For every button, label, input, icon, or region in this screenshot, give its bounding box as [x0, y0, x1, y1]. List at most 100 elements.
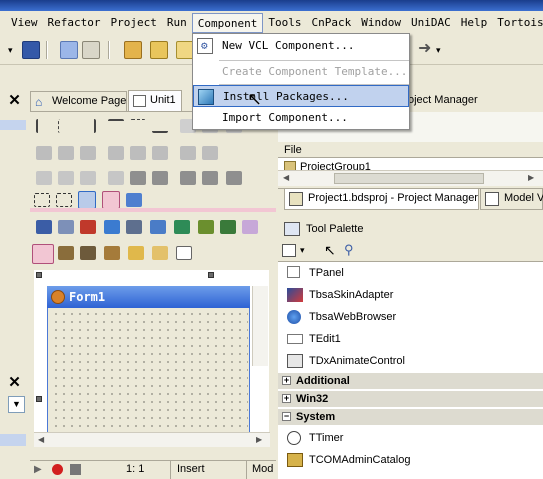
menu-unidac[interactable]: UniDAC	[406, 13, 456, 33]
selection-handle[interactable]	[36, 272, 42, 278]
category-additional[interactable]: + Additional	[278, 372, 543, 389]
form-caption[interactable]: Form1	[47, 286, 250, 308]
writer-component-icon[interactable]	[80, 246, 96, 260]
filter-icon[interactable]: ⚲	[344, 242, 354, 258]
tab-welcome-page[interactable]: ⌂ Welcome Page	[30, 91, 127, 111]
collapse-icon[interactable]: −	[282, 412, 291, 421]
align-top-icon[interactable]	[108, 119, 124, 133]
align-to-grid-icon[interactable]	[126, 193, 142, 207]
forward-arrow-icon[interactable]: ➜	[418, 41, 436, 59]
scroll-right-icon[interactable]: ▶	[528, 173, 534, 182]
dropdown-arrow-icon[interactable]: ▾	[8, 41, 18, 59]
menu-run[interactable]: Run	[162, 13, 192, 33]
stop-macro-icon[interactable]	[70, 464, 81, 475]
monitor-component-icon[interactable]	[152, 246, 168, 260]
menu-refactor[interactable]: Refactor	[43, 13, 106, 33]
table-component-icon[interactable]	[36, 220, 52, 234]
align-bottom-icon[interactable]	[152, 119, 168, 133]
tab-model-view[interactable]: Model Vi	[480, 189, 543, 210]
align-right-icon[interactable]	[80, 119, 96, 133]
record-macro-icon[interactable]	[52, 464, 63, 475]
scroll-left-icon[interactable]: ◀	[38, 435, 44, 444]
add-to-project-icon[interactable]	[124, 41, 142, 59]
spacing-icon[interactable]	[130, 171, 146, 185]
reader-component-icon[interactable]	[58, 246, 74, 260]
menu-item-create-component-template[interactable]: Create Component Template...	[193, 61, 409, 83]
spacing-icon[interactable]	[226, 171, 242, 185]
update-component-icon[interactable]	[198, 220, 214, 234]
category-win32[interactable]: + Win32	[278, 390, 543, 407]
align-center-icon[interactable]	[58, 119, 74, 133]
expand-icon[interactable]: +	[282, 376, 291, 385]
restore-component-icon[interactable]	[128, 246, 144, 260]
menu-tortoise[interactable]: TortoiseS	[492, 13, 543, 33]
tab-unit1[interactable]: Unit1	[128, 90, 182, 112]
alerter-component-icon[interactable]	[176, 246, 192, 260]
menu-tools[interactable]: Tools	[263, 13, 306, 33]
menu-item-install-packages[interactable]: Install Packages...	[193, 85, 409, 107]
datasource-component-icon[interactable]	[80, 220, 96, 234]
dataset-component-icon[interactable]	[104, 220, 120, 234]
distribute-icon[interactable]	[36, 146, 52, 160]
spacing-icon[interactable]	[80, 171, 96, 185]
horizontal-scrollbar[interactable]: ◀ ▶	[34, 432, 270, 447]
palette-item-tpanel[interactable]: TPanel	[278, 262, 543, 284]
vertical-scrollbar[interactable]	[252, 286, 268, 366]
query-component-icon[interactable]	[58, 220, 74, 234]
form-grid[interactable]	[52, 310, 248, 434]
chevron-down-icon[interactable]: ▾	[300, 245, 305, 256]
save-icon[interactable]	[22, 41, 40, 59]
selection-handle[interactable]	[36, 396, 42, 402]
scroll-left-icon[interactable]: ◀	[283, 173, 289, 182]
spacing-icon[interactable]	[180, 171, 196, 185]
palette-item-animate-control[interactable]: TDxAnimateControl	[278, 350, 543, 372]
align-middle-icon[interactable]	[130, 119, 146, 133]
dump-component-icon[interactable]	[104, 246, 120, 260]
scroll-thumb[interactable]	[334, 173, 484, 184]
palette-item-com-admin-catalog[interactable]: TCOMAdminCatalog	[278, 449, 543, 471]
lock-controls-icon[interactable]	[78, 191, 96, 209]
align-left-icon[interactable]	[36, 119, 52, 133]
distribute-icon[interactable]	[80, 146, 96, 160]
menu-item-new-vcl-component[interactable]: ⚙ New VCL Component...	[193, 35, 409, 57]
selection-handle[interactable]	[208, 272, 214, 278]
palette-item-skin-adapter[interactable]: TbsaSkinAdapter	[278, 284, 543, 306]
bring-to-front-icon[interactable]	[34, 193, 50, 207]
distribute-icon[interactable]	[58, 146, 74, 160]
pointer-tool-icon[interactable]	[32, 244, 54, 264]
dropdown-arrow-icon[interactable]: ▾	[436, 41, 446, 59]
menu-component[interactable]: Component	[191, 13, 264, 33]
palette-item-web-browser[interactable]: TbsaWebBrowser	[278, 306, 543, 328]
spacing-icon[interactable]	[152, 171, 168, 185]
menu-item-import-component[interactable]: Import Component...	[193, 107, 409, 129]
send-to-back-icon[interactable]	[56, 193, 72, 207]
menu-cnpack[interactable]: CnPack	[306, 13, 356, 33]
close-file-icon[interactable]	[82, 41, 100, 59]
script-component-icon[interactable]	[220, 220, 236, 234]
spacing-icon[interactable]	[108, 171, 124, 185]
palette-item-ttimer[interactable]: TTimer	[278, 427, 543, 449]
connection-component-icon[interactable]	[150, 220, 166, 234]
stored-proc-component-icon[interactable]	[174, 220, 190, 234]
left-panel-dropdown[interactable]: ▼	[8, 396, 25, 413]
loader-component-icon[interactable]	[242, 220, 258, 234]
menu-window[interactable]: Window	[356, 13, 406, 33]
distribute-icon[interactable]	[202, 146, 218, 160]
category-system[interactable]: − System	[278, 408, 543, 425]
batch-component-icon[interactable]	[126, 220, 142, 234]
expand-icon[interactable]: +	[282, 394, 291, 403]
horizontal-scrollbar[interactable]: ◀ ▶	[278, 170, 543, 186]
menu-project[interactable]: Project	[105, 13, 161, 33]
categories-icon[interactable]	[282, 244, 296, 257]
grid-icon[interactable]	[102, 191, 120, 209]
scroll-right-icon[interactable]: ▶	[256, 435, 262, 444]
distribute-icon[interactable]	[130, 146, 146, 160]
distribute-icon[interactable]	[180, 146, 196, 160]
distribute-icon[interactable]	[152, 146, 168, 160]
close-icon[interactable]: ✕	[6, 375, 23, 392]
file-column-header[interactable]: File	[278, 142, 543, 158]
remove-from-project-icon[interactable]	[150, 41, 168, 59]
close-icon[interactable]: ✕	[6, 93, 23, 110]
spacing-icon[interactable]	[36, 171, 52, 185]
distribute-icon[interactable]	[108, 146, 124, 160]
